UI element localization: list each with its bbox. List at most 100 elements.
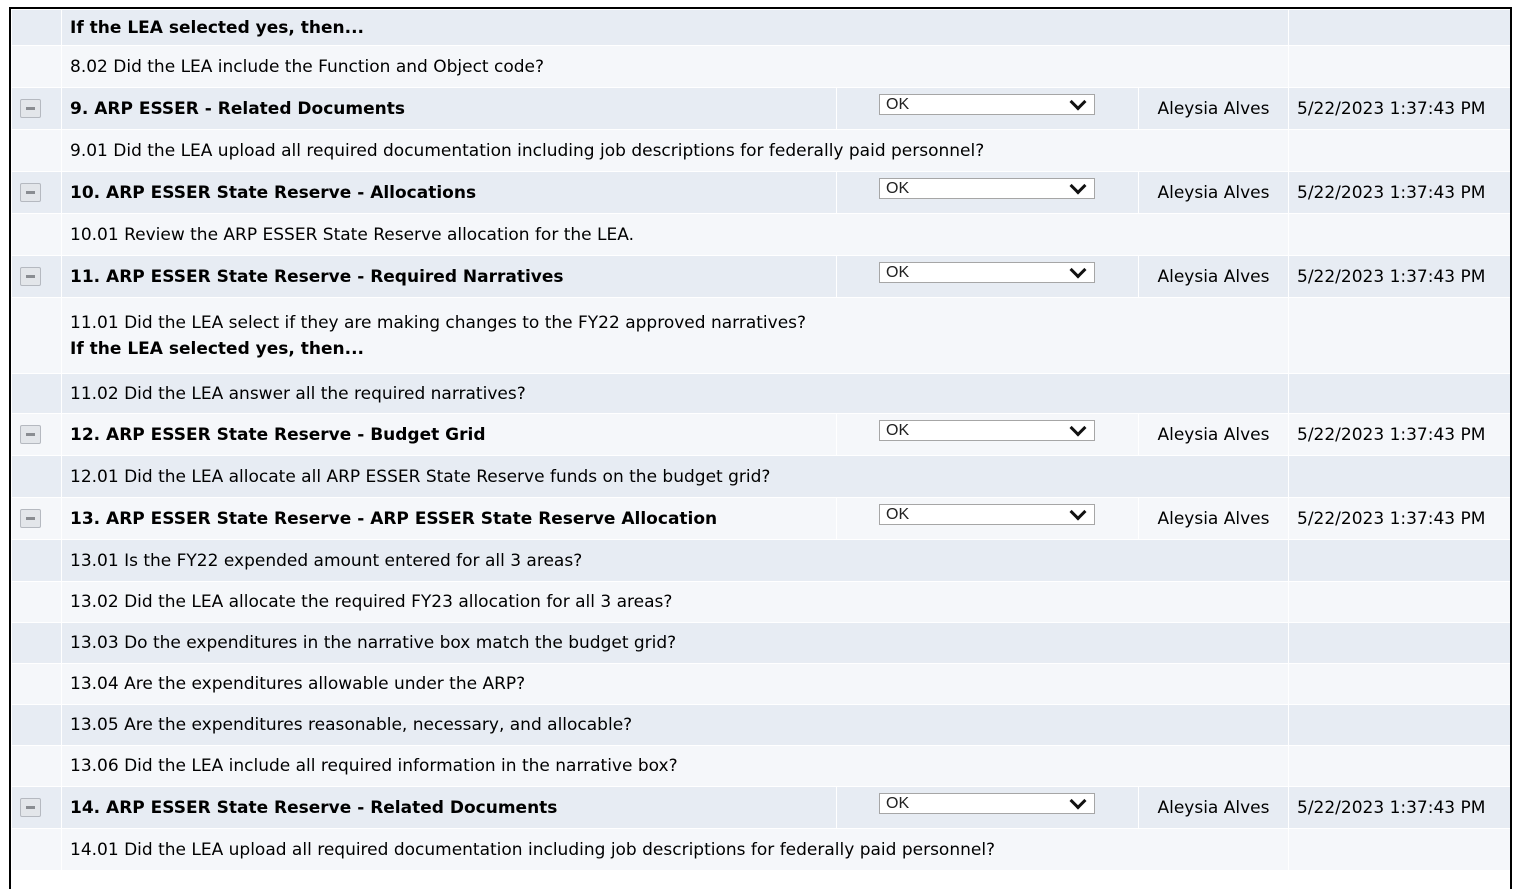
question-row: If the LEA selected yes, then... bbox=[11, 9, 1510, 46]
question-row: 11.01 Did the LEA select if they are mak… bbox=[11, 297, 1510, 374]
chevron-down-icon bbox=[1069, 419, 1087, 437]
indent-cell bbox=[11, 455, 62, 498]
indent-cell bbox=[11, 581, 62, 623]
question-row: 11.02 Did the LEA answer all the require… bbox=[11, 373, 1510, 414]
indent-cell bbox=[11, 9, 62, 46]
collapse-minus-icon[interactable] bbox=[20, 267, 41, 286]
review-timestamp: 5/22/2023 1:37:43 PM bbox=[1288, 255, 1510, 298]
collapse-cell bbox=[11, 786, 62, 829]
collapse-cell bbox=[11, 413, 62, 456]
collapse-minus-icon[interactable] bbox=[20, 798, 41, 817]
status-value: OK bbox=[886, 180, 910, 197]
question-row: 13.02 Did the LEA allocate the required … bbox=[11, 581, 1510, 623]
collapse-minus-icon[interactable] bbox=[20, 99, 41, 118]
review-timestamp: 5/22/2023 1:37:43 PM bbox=[1288, 413, 1510, 456]
indent-cell bbox=[11, 539, 62, 582]
empty-cell bbox=[1288, 213, 1510, 256]
empty-cell bbox=[1288, 581, 1510, 623]
section-title: 9. ARP ESSER - Related Documents bbox=[61, 87, 837, 130]
question-text: 13.02 Did the LEA allocate the required … bbox=[61, 581, 1289, 623]
status-select[interactable]: OK bbox=[879, 792, 1095, 814]
section-title: 11. ARP ESSER State Reserve - Required N… bbox=[61, 255, 837, 298]
empty-cell bbox=[1288, 373, 1510, 414]
reviewer-name: Aleysia Alves bbox=[1138, 497, 1289, 540]
reviewer-name: Aleysia Alves bbox=[1138, 87, 1289, 130]
question-row: 13.04 Are the expenditures allowable und… bbox=[11, 663, 1510, 705]
question-text: 14.01 Did the LEA upload all required do… bbox=[61, 828, 1289, 871]
status-select[interactable]: OK bbox=[879, 419, 1095, 441]
status-value: OK bbox=[886, 506, 910, 523]
section-row: 10. ARP ESSER State Reserve - Allocation… bbox=[11, 171, 1510, 214]
status-cell: OK bbox=[836, 497, 1139, 540]
review-checklist: If the LEA selected yes, then... 8.02 Did… bbox=[9, 7, 1512, 889]
question-row: 9.01 Did the LEA upload all required doc… bbox=[11, 129, 1510, 172]
review-timestamp: 5/22/2023 1:37:43 PM bbox=[1288, 171, 1510, 214]
question-row: 14.01 Did the LEA upload all required do… bbox=[11, 828, 1510, 871]
followup-heading: If the LEA selected yes, then... bbox=[70, 338, 365, 359]
reviewer-name: Aleysia Alves bbox=[1138, 413, 1289, 456]
question-text: 8.02 Did the LEA include the Function an… bbox=[61, 45, 1289, 88]
section-row: 14. ARP ESSER State Reserve - Related Do… bbox=[11, 786, 1510, 829]
section-row: 9. ARP ESSER - Related Documents OK Aleysi… bbox=[11, 87, 1510, 130]
section-title: 12. ARP ESSER State Reserve - Budget Gri… bbox=[61, 413, 837, 456]
collapse-cell bbox=[11, 171, 62, 214]
indent-cell bbox=[11, 704, 62, 746]
collapse-minus-icon[interactable] bbox=[20, 425, 41, 444]
chevron-down-icon bbox=[1069, 177, 1087, 195]
status-value: OK bbox=[886, 795, 910, 812]
status-select[interactable]: OK bbox=[879, 261, 1095, 283]
status-value: OK bbox=[886, 422, 910, 439]
section-title: 14. ARP ESSER State Reserve - Related Do… bbox=[61, 786, 837, 829]
empty-cell bbox=[1288, 828, 1510, 871]
status-value: OK bbox=[886, 96, 910, 113]
section-title: 13. ARP ESSER State Reserve - ARP ESSER … bbox=[61, 497, 837, 540]
reviewer-name: Aleysia Alves bbox=[1138, 786, 1289, 829]
question-text: 10.01 Review the ARP ESSER State Reserve… bbox=[61, 213, 1289, 256]
collapse-minus-icon[interactable] bbox=[20, 183, 41, 202]
empty-cell bbox=[1288, 455, 1510, 498]
empty-cell bbox=[1288, 9, 1510, 46]
question-text: 11.02 Did the LEA answer all the require… bbox=[61, 373, 1289, 414]
empty-cell bbox=[1288, 745, 1510, 787]
reviewer-name: Aleysia Alves bbox=[1138, 255, 1289, 298]
empty-cell bbox=[1288, 539, 1510, 582]
status-select[interactable]: OK bbox=[879, 503, 1095, 525]
status-select[interactable]: OK bbox=[879, 177, 1095, 199]
checklist-table: If the LEA selected yes, then... 8.02 Did… bbox=[11, 9, 1510, 871]
empty-cell bbox=[1288, 129, 1510, 172]
status-cell: OK bbox=[836, 786, 1139, 829]
collapse-minus-icon[interactable] bbox=[20, 509, 41, 528]
chevron-down-icon bbox=[1069, 792, 1087, 810]
question-row: 13.05 Are the expenditures reasonable, n… bbox=[11, 704, 1510, 746]
question-row: 13.06 Did the LEA include all required i… bbox=[11, 745, 1510, 787]
question-text: 13.06 Did the LEA include all required i… bbox=[61, 745, 1289, 787]
question-row: 13.03 Do the expenditures in the narrati… bbox=[11, 622, 1510, 664]
status-cell: OK bbox=[836, 413, 1139, 456]
indent-cell bbox=[11, 297, 62, 374]
chevron-down-icon bbox=[1069, 93, 1087, 111]
review-timestamp: 5/22/2023 1:37:43 PM bbox=[1288, 87, 1510, 130]
status-cell: OK bbox=[836, 171, 1139, 214]
question-text: 9.01 Did the LEA upload all required doc… bbox=[61, 129, 1289, 172]
followup-heading: If the LEA selected yes, then... bbox=[61, 9, 1289, 46]
indent-cell bbox=[11, 622, 62, 664]
empty-cell bbox=[1288, 622, 1510, 664]
empty-cell bbox=[1288, 297, 1510, 374]
chevron-down-icon bbox=[1069, 261, 1087, 279]
indent-cell bbox=[11, 213, 62, 256]
indent-cell bbox=[11, 373, 62, 414]
indent-cell bbox=[11, 45, 62, 88]
question-row: 8.02 Did the LEA include the Function an… bbox=[11, 45, 1510, 88]
question-text: 13.05 Are the expenditures reasonable, n… bbox=[61, 704, 1289, 746]
collapse-cell bbox=[11, 255, 62, 298]
indent-cell bbox=[11, 663, 62, 705]
question-text: 12.01 Did the LEA allocate all ARP ESSER… bbox=[61, 455, 1289, 498]
empty-cell bbox=[1288, 704, 1510, 746]
question-row: 12.01 Did the LEA allocate all ARP ESSER… bbox=[11, 455, 1510, 498]
collapse-cell bbox=[11, 87, 62, 130]
status-cell: OK bbox=[836, 87, 1139, 130]
status-select[interactable]: OK bbox=[879, 93, 1095, 115]
indent-cell bbox=[11, 745, 62, 787]
question-line: 11.01 Did the LEA select if they are mak… bbox=[70, 312, 807, 333]
section-row: 12. ARP ESSER State Reserve - Budget Gri… bbox=[11, 413, 1510, 456]
